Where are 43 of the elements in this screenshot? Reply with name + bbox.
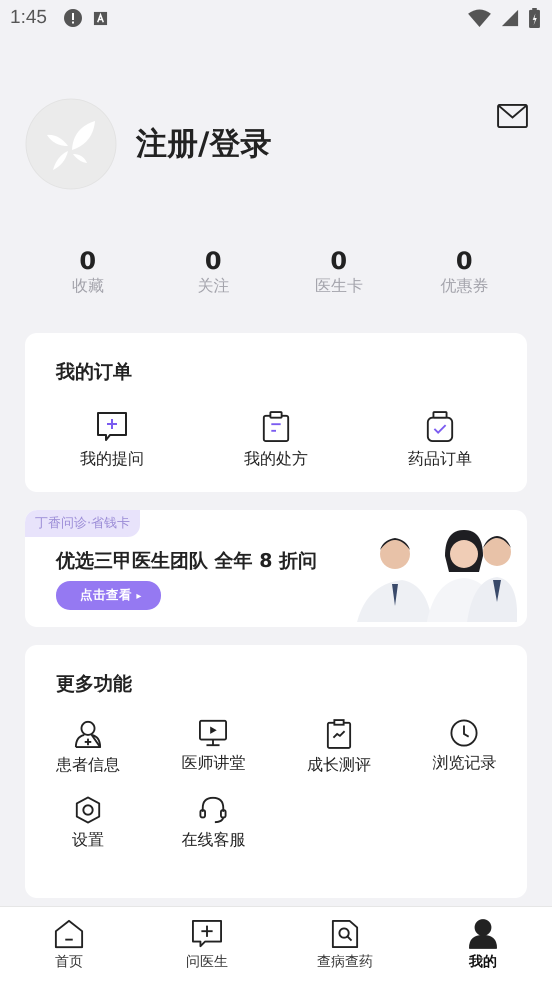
document-search-icon	[331, 919, 359, 949]
chat-plus-icon[interactable]	[96, 411, 128, 443]
feature-label[interactable]: 设置	[72, 830, 104, 851]
feature-label[interactable]: 在线客服	[181, 830, 246, 851]
stat-count[interactable]: 0	[456, 248, 473, 274]
stat-count[interactable]: 0	[79, 248, 96, 274]
tab[interactable]: 首页	[0, 907, 138, 983]
wifi-icon	[468, 8, 491, 28]
mail-icon[interactable]	[497, 104, 528, 129]
order-label[interactable]: 药品订单	[408, 449, 472, 470]
order-label[interactable]: 我的处方	[244, 449, 308, 470]
tab[interactable]: 查病查药	[276, 907, 414, 983]
banner-headline: 优选三甲医生团队 全年 8 折问	[56, 549, 318, 574]
tab[interactable]: 我的	[414, 907, 552, 983]
headset-icon[interactable]	[199, 796, 228, 824]
battery-icon	[529, 8, 540, 28]
stat-count[interactable]: 0	[330, 248, 348, 274]
login-link[interactable]: 注册/登录	[136, 123, 272, 165]
section-title: 我的订单	[54, 360, 133, 385]
text-icon	[92, 10, 108, 26]
feature-label[interactable]: 浏览记录	[432, 753, 496, 774]
tab[interactable]: 问医生	[138, 907, 276, 983]
alert-icon	[62, 8, 83, 28]
chart-clipboard-icon[interactable]	[326, 719, 352, 749]
clock-icon[interactable]	[450, 719, 478, 747]
promo-banner[interactable]: 丁香问诊·省钱卡 优选三甲医生团队 全年 8 折问 点击查看 ▸	[25, 510, 527, 627]
medicine-jar-icon[interactable]	[425, 411, 455, 443]
video-screen-icon[interactable]	[199, 719, 228, 747]
clipboard-icon[interactable]	[261, 411, 291, 443]
order-label[interactable]: 我的提问	[80, 449, 144, 470]
stat-count[interactable]: 0	[204, 248, 222, 274]
settings-icon[interactable]	[74, 796, 102, 824]
home-icon	[54, 919, 84, 949]
signal-icon	[501, 9, 519, 27]
feature-label[interactable]: 成长测评	[306, 755, 371, 776]
person-plus-icon[interactable]	[74, 719, 102, 749]
banner-tag: 丁香问诊·省钱卡	[25, 510, 140, 537]
feature-label[interactable]: 患者信息	[56, 755, 120, 776]
person-icon	[469, 919, 497, 949]
section-title: 更多功能	[55, 672, 133, 697]
chat-plus-icon	[191, 919, 223, 949]
status-time: 1:45	[10, 7, 47, 29]
feature-label[interactable]: 医师讲堂	[181, 753, 246, 774]
